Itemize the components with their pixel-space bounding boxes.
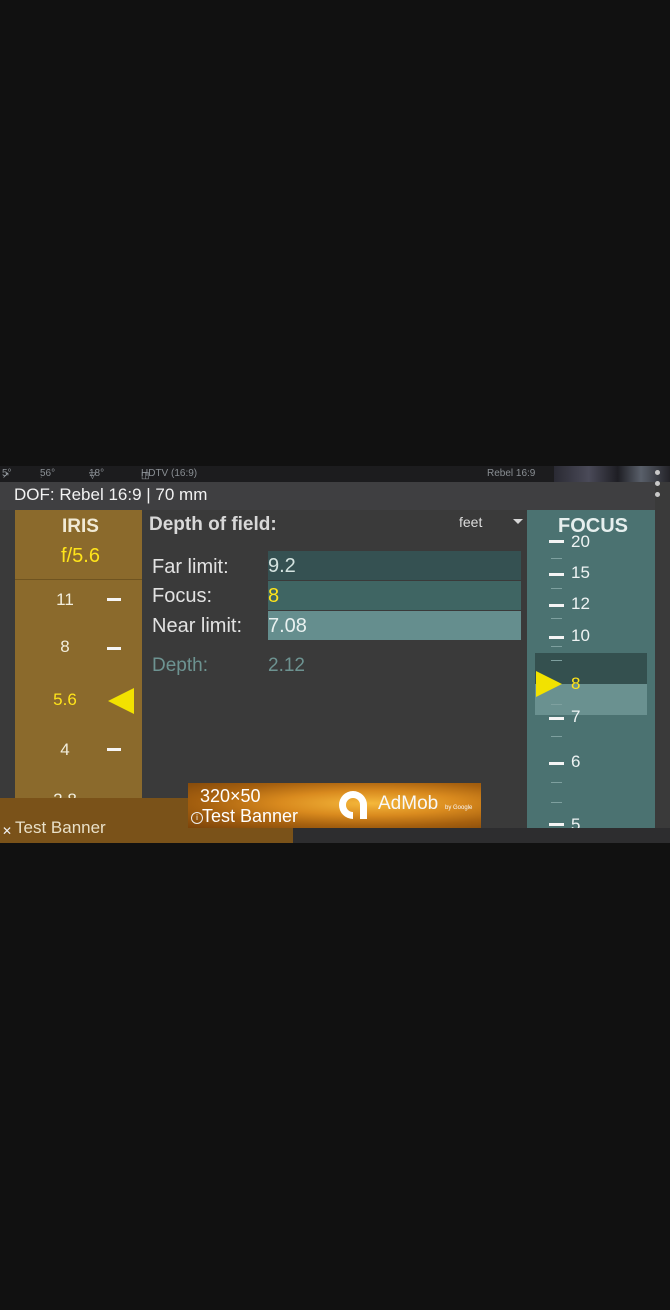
focus-mark-7[interactable]: 7 (571, 707, 580, 727)
admob-banner[interactable]: 320×50 i Test Banner AdMob by Google (188, 783, 481, 828)
far-limit-label: Far limit: (152, 556, 229, 578)
iris-stop-8[interactable]: 8 (45, 637, 85, 657)
focus-tick (549, 573, 564, 576)
focus-minor-tick (551, 618, 562, 619)
dof-heading: Depth of field: (149, 514, 277, 535)
focus-minor-tick (551, 782, 562, 783)
status-camera: Rebel 16:9 (487, 468, 536, 479)
focus-minor-tick (551, 588, 562, 589)
focus-value: 8 (268, 581, 521, 610)
focus-tick (549, 762, 564, 765)
unit-value: feet (459, 514, 483, 530)
status-temp: ⫶ 56° (40, 468, 56, 480)
overflow-menu-icon[interactable] (653, 468, 663, 508)
iris-tick (107, 647, 121, 650)
iris-pointer-icon (108, 688, 134, 714)
screen-icon: ◫ (141, 470, 150, 480)
iris-title: IRIS (62, 516, 99, 537)
iris-divider (15, 579, 142, 580)
focus-mark-20[interactable]: 20 (571, 532, 590, 552)
unit-dropdown[interactable]: feet (452, 512, 524, 534)
near-limit-value: 7.08 (268, 611, 521, 640)
depth-label: Depth: (152, 655, 208, 676)
focus-mark-6[interactable]: 6 (571, 752, 580, 772)
focus-minor-tick (551, 558, 562, 559)
focus-minor-tick (551, 704, 562, 705)
dropdown-arrow-icon (513, 519, 523, 524)
focus-mark-8[interactable]: 8 (571, 674, 580, 694)
focus-minor-tick (551, 802, 562, 803)
far-limit-value: 9.2 (268, 551, 521, 580)
near-limit-label: Near limit: (152, 615, 243, 637)
ad-brand-sub: by Google (445, 805, 473, 811)
focus-pointer-icon (536, 671, 562, 697)
iris-stop-5-6[interactable]: 5.6 (45, 690, 85, 710)
bottom-strip (293, 828, 670, 843)
focus-mark-5[interactable]: 5 (571, 815, 580, 828)
background-ad-text: Test Banner (15, 818, 106, 837)
focus-tick (549, 823, 564, 826)
fov-icon: ▽ (89, 470, 96, 480)
focus-tick (549, 540, 564, 543)
focus-dial[interactable]: FOCUS 20 15 12 10 8 7 6 5 (527, 510, 655, 828)
tilt-icon: ↗ (2, 470, 10, 480)
focus-minor-tick (551, 646, 562, 647)
focus-minor-tick (551, 660, 562, 661)
focus-mark-10[interactable]: 10 (571, 626, 590, 646)
focus-tick (549, 717, 564, 720)
iris-tick (107, 748, 121, 751)
status-fov: ▽ 18° (89, 468, 105, 480)
thermometer-icon: ⫶ (40, 470, 43, 480)
status-bar: ↗ 5° ⫶ 56° ▽ 18° ◫ HDTV (16:9) Rebel 16:9 (0, 466, 670, 482)
focus-mark-12[interactable]: 12 (571, 594, 590, 614)
iris-stop-4[interactable]: 4 (45, 740, 85, 760)
iris-stop-11[interactable]: 11 (45, 590, 85, 610)
status-aspect: ◫ HDTV (16:9) (141, 468, 198, 480)
ad-size-text: 320×50 (200, 786, 261, 806)
iris-tick (107, 598, 121, 601)
ad-brand: AdMob (378, 793, 439, 814)
ad-title-text: Test Banner (202, 806, 299, 826)
status-angle: ↗ 5° (2, 468, 12, 480)
iris-dial[interactable]: IRIS f/5.6 11 8 5.6 4 2.8 (15, 510, 142, 828)
depth-value: 2.12 (268, 655, 305, 676)
focus-minor-tick (551, 736, 562, 737)
focus-label: Focus: (152, 585, 213, 607)
focus-tick (549, 604, 564, 607)
app-title: DOF: Rebel 16:9 | 70 mm (14, 485, 208, 504)
focus-title: FOCUS (558, 515, 628, 537)
admob-logo-icon (339, 791, 367, 819)
iris-value: f/5.6 (61, 545, 100, 567)
focus-tick (549, 636, 564, 639)
focus-mark-15[interactable]: 15 (571, 563, 590, 583)
close-icon[interactable]: ✕ (2, 824, 12, 838)
